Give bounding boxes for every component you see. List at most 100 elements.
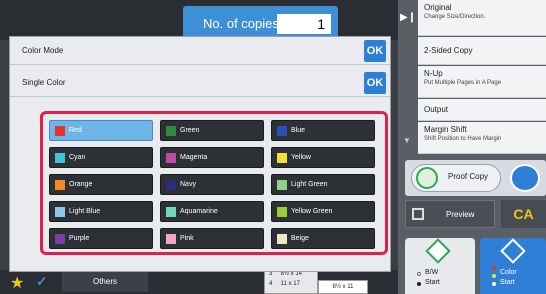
tray-row: 4 11 x 17 <box>269 281 317 287</box>
preview-row: Preview CA <box>405 200 546 228</box>
color-mode-label: Color Mode <box>22 46 64 55</box>
color-label: Pink <box>180 235 194 242</box>
color-button-navy[interactable]: Navy <box>160 174 264 195</box>
color-button-red[interactable]: Red <box>49 120 153 141</box>
color-dot-icon <box>492 266 496 270</box>
proof-color-icon[interactable] <box>510 164 540 192</box>
color-start-button[interactable]: Color Start <box>480 238 546 294</box>
menu-item-desc: Change Size/Direction. <box>424 14 486 20</box>
menu-item-label: N-Up <box>424 69 443 78</box>
color-button-light-green[interactable]: Light Green <box>271 174 375 195</box>
color-button-beige[interactable]: Beige <box>271 228 375 249</box>
color-button-yellow[interactable]: Yellow <box>271 147 375 168</box>
color-mode-ok-button[interactable]: OK <box>364 40 386 62</box>
menu-item-margin-shift[interactable]: Margin Shift Shift Position to Have Marg… <box>418 122 546 154</box>
single-color-ok-button[interactable]: OK <box>364 72 386 94</box>
color-swatch-icon <box>55 207 65 217</box>
color-swatch-icon <box>277 180 287 190</box>
copies-label: No. of copies <box>203 16 279 31</box>
proof-copy-label: Proof Copy <box>448 172 489 181</box>
color-button-light-blue[interactable]: Light Blue <box>49 201 153 222</box>
menu-item-n-up[interactable]: N-Up Put Multiple Pages in A Page <box>418 66 546 98</box>
color-button-pink[interactable]: Pink <box>160 228 264 249</box>
color-label: Purple <box>69 235 90 242</box>
proof-copy-panel: Proof Copy <box>405 160 546 196</box>
color-button-green[interactable]: Green <box>160 120 264 141</box>
start-diamond-icon <box>425 238 451 264</box>
others-button[interactable]: Others <box>62 272 148 292</box>
scroll-down-icon[interactable]: ▼ <box>398 136 416 150</box>
color-label: Light Green <box>291 181 328 188</box>
color-mode-label: Color <box>500 269 517 276</box>
color-swatch-icon <box>166 207 176 217</box>
color-label: Yellow Green <box>291 208 333 215</box>
menu-item-2-sided-copy[interactable]: 2-Sided Copy <box>418 37 546 65</box>
preview-label: Preview <box>446 210 475 219</box>
bw-start-label: Start <box>425 279 440 286</box>
color-dot-icon <box>492 274 496 278</box>
color-label: Blue <box>291 127 306 134</box>
color-button-orange[interactable]: Orange <box>49 174 153 195</box>
menu-item-original[interactable]: Original Change Size/Direction. <box>418 0 546 36</box>
bw-start-button[interactable]: B/W Start <box>405 238 475 294</box>
color-mode-row: Color Mode OK <box>10 37 390 65</box>
color-label: Beige <box>291 235 309 242</box>
color-selection-grid: Red Green Blue Cyan Magenta Yellow Orange Navy L… <box>40 111 388 255</box>
proof-copy-button[interactable]: Proof Copy <box>411 164 501 192</box>
color-swatch-icon <box>277 126 287 136</box>
color-swatch-icon <box>55 180 65 190</box>
menu-item-output[interactable]: Output <box>418 99 546 121</box>
color-swatch-icon <box>55 153 65 163</box>
color-label: Orange <box>69 181 93 188</box>
color-swatch-icon <box>55 234 65 244</box>
color-button-purple[interactable]: Purple <box>49 228 153 249</box>
menu-item-label: Output <box>424 105 449 114</box>
color-swatch-icon <box>166 234 176 244</box>
color-swatch-icon <box>55 126 65 136</box>
color-swatch-icon <box>277 207 287 217</box>
start-diamond-icon <box>500 238 526 264</box>
bw-dot-icon <box>417 272 421 276</box>
preview-icon <box>412 208 424 220</box>
color-label: Red <box>69 127 82 134</box>
color-label: Navy <box>180 181 196 188</box>
color-start-label: Start <box>500 279 515 286</box>
color-label: Cyan <box>69 154 86 161</box>
tray-number: 4 <box>269 281 273 287</box>
color-swatch-icon <box>166 126 176 136</box>
color-button-aquamarine[interactable]: Aquamarine <box>160 201 264 222</box>
check-icon[interactable]: ✓ <box>36 273 48 290</box>
single-color-row: Single Color OK <box>10 69 390 97</box>
single-color-label: Single Color <box>22 78 66 87</box>
color-swatch-icon <box>166 180 176 190</box>
color-label: Aquamarine <box>180 208 218 215</box>
menu-item-label: Margin Shift <box>424 125 467 134</box>
preview-button[interactable]: Preview <box>405 200 495 228</box>
color-swatch-icon <box>166 153 176 163</box>
menu-item-desc: Shift Position to Have Margin <box>424 136 502 142</box>
color-label: Light Blue <box>69 208 101 215</box>
clear-all-button[interactable]: CA <box>501 200 546 228</box>
color-button-cyan[interactable]: Cyan <box>49 147 153 168</box>
menu-item-label: 2-Sided Copy <box>424 46 473 55</box>
copies-input[interactable]: 1 <box>277 14 331 34</box>
bw-mode-label: B/W <box>425 269 439 276</box>
color-dot-icon <box>492 282 496 286</box>
color-button-magenta[interactable]: Magenta <box>160 147 264 168</box>
star-icon[interactable]: ★ <box>10 273 24 293</box>
color-mode-dialog: Color Mode OK Single Color OK Red Green Bl… <box>9 36 391 272</box>
tray-size: 11 x 17 <box>280 281 300 287</box>
panel-collapse-icon[interactable]: ▶❙ <box>400 12 416 23</box>
color-button-yellow-green[interactable]: Yellow Green <box>271 201 375 222</box>
menu-item-desc: Put Multiple Pages in A Page <box>424 80 502 86</box>
menu-item-label: Original <box>424 3 452 12</box>
proof-diamond-icon <box>416 167 438 189</box>
color-button-blue[interactable]: Blue <box>271 120 375 141</box>
color-label: Magenta <box>180 154 208 161</box>
tray-extra[interactable]: 8½ x 11 <box>318 280 368 294</box>
color-swatch-icon <box>277 234 287 244</box>
color-label: Green <box>180 127 200 134</box>
color-swatch-icon <box>277 153 287 163</box>
bw-dot-icon <box>417 282 421 286</box>
color-label: Yellow <box>291 154 311 161</box>
